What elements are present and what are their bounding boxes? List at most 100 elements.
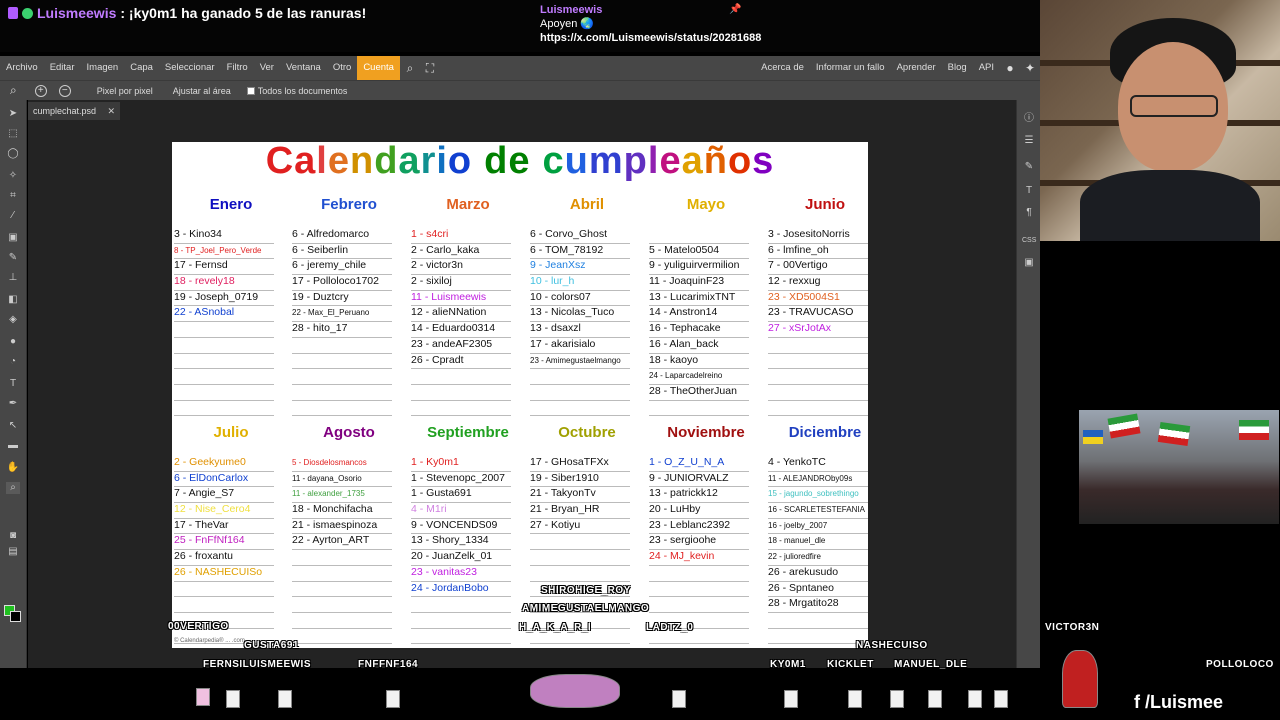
- ruled-line: [174, 354, 274, 370]
- ruled-line: [768, 629, 868, 645]
- dodge-tool-icon[interactable]: ◔: [6, 356, 20, 368]
- reddit-icon[interactable]: ●: [1000, 61, 1020, 75]
- path-select-icon[interactable]: ↖: [6, 420, 20, 432]
- ruled-line: [649, 401, 749, 417]
- title-letter: e: [659, 142, 682, 182]
- birthday-entry: 13 - Shory_1334: [411, 534, 489, 547]
- month-name: Febrero: [321, 196, 377, 213]
- subscriber-badge-icon: [8, 7, 18, 19]
- birthday-entry: 26 - arekusudo: [768, 565, 839, 578]
- background-color-swatch[interactable]: [10, 611, 21, 622]
- menu-acerca[interactable]: Acerca de: [755, 56, 810, 80]
- brush-panel-icon[interactable]: ✎: [1022, 160, 1036, 174]
- pen-tool-icon[interactable]: ✒: [6, 398, 20, 410]
- all-docs-checkbox[interactable]: Todos los documentos: [241, 86, 354, 96]
- menu-informar[interactable]: Informar un fallo: [810, 56, 891, 80]
- birthday-entry: 23 - vanitas23: [411, 565, 477, 578]
- webcam-feed: [1040, 0, 1280, 241]
- overlay-name-fnffnf: FNFFNF164: [358, 659, 419, 670]
- magic-wand-icon[interactable]: ✧: [6, 170, 20, 182]
- fill-tool-icon[interactable]: ◈: [6, 314, 20, 326]
- ruled-line: [292, 385, 392, 401]
- stream-screen: Luismeewis : ¡ky0m1 ha ganado 5 de las r…: [0, 0, 1280, 720]
- pinned-link[interactable]: https://x.com/Luismeewis/status/20281688: [540, 31, 761, 45]
- birthday-entry: 2 - Carlo_kaka: [411, 243, 480, 256]
- ruled-line: [174, 582, 274, 598]
- move-tool-icon[interactable]: ➤: [6, 108, 20, 120]
- birthday-entry: 2 - sixiloj: [411, 275, 452, 288]
- title-letter: C: [265, 142, 295, 182]
- stamp-tool-icon[interactable]: ⊥: [6, 272, 20, 284]
- css-icon[interactable]: CSS: [1022, 234, 1036, 248]
- month-name: Septiembre: [427, 424, 509, 441]
- zoom-tool-icon-left[interactable]: ⌕: [6, 482, 20, 494]
- screen-mode-icon[interactable]: ▤: [6, 546, 20, 558]
- zoom-in-icon[interactable]: +: [29, 84, 53, 97]
- zoom-out-icon[interactable]: −: [53, 84, 91, 97]
- hand-tool-icon[interactable]: ✋: [6, 462, 20, 474]
- birthday-entry: 17 - akarisialo: [530, 337, 596, 350]
- lasso-tool-icon[interactable]: ◯: [6, 148, 20, 160]
- toolbox: ➤ ⬚ ◯ ✧ ⌗ ⁄ ▣ ✎ ⊥ ◧ ◈ ● ◔ T ✒ ↖ ▬ ✋ ⌕ ◙ …: [0, 100, 27, 668]
- blur-tool-icon[interactable]: ●: [6, 336, 20, 348]
- birthday-entry: 23 - XD5004S1: [768, 290, 840, 303]
- month-name: Octubre: [558, 424, 616, 441]
- menu-blog[interactable]: Blog: [942, 56, 973, 80]
- menu-imagen[interactable]: Imagen: [81, 56, 125, 80]
- birthday-entry: 1 - Gusta691: [411, 487, 472, 500]
- ruled-line: [530, 550, 630, 566]
- birthday-entry: 2 - victor3n: [411, 259, 463, 272]
- menu-ventana[interactable]: Ventana: [280, 56, 327, 80]
- birthday-entry: 2 - Geekyume0: [174, 456, 246, 468]
- text-tool-icon[interactable]: T: [6, 378, 20, 390]
- eraser-tool-icon[interactable]: ◧: [6, 294, 20, 306]
- streamer-glasses: [1130, 95, 1218, 117]
- fit-button[interactable]: Ajustar al área: [167, 86, 241, 96]
- menu-otro[interactable]: Otro: [327, 56, 357, 80]
- pixel-button[interactable]: Pixel por pixel: [91, 86, 167, 96]
- properties-icon[interactable]: ☰: [1022, 134, 1036, 148]
- menu-filtro[interactable]: Filtro: [221, 56, 254, 80]
- document-tab[interactable]: cumplechat.psd ✕: [28, 102, 120, 120]
- overlay-name-amimegusta: AMIMEGUSTAELMANGO: [522, 603, 650, 614]
- fullscreen-icon[interactable]: ⛶: [420, 61, 440, 76]
- marquee-tool-icon[interactable]: ⬚: [6, 128, 20, 140]
- birthday-entry: 17 - Polloloco1702: [292, 275, 379, 288]
- heal-tool-icon[interactable]: ▣: [6, 232, 20, 244]
- overlay-name-shirohige: SHIROHIGE_ROY: [541, 585, 631, 596]
- shape-tool-icon[interactable]: ▬: [6, 440, 20, 452]
- twitter-icon[interactable]: ✦: [1020, 61, 1040, 75]
- menu-api[interactable]: API: [973, 56, 1000, 80]
- close-tab-icon[interactable]: ✕: [107, 102, 115, 120]
- birthday-entry: 23 - sergioohe: [649, 534, 717, 547]
- menu-cuenta[interactable]: Cuenta: [357, 56, 400, 80]
- birthday-entry: 8 - TP_Joel_Pero_Verde: [174, 245, 262, 255]
- brush-tool-icon[interactable]: ✎: [6, 252, 20, 264]
- menu-editar[interactable]: Editar: [44, 56, 81, 80]
- character-icon[interactable]: T: [1022, 184, 1036, 198]
- calendar-title: Calendario de cumpleaños: [172, 142, 868, 180]
- paragraph-icon[interactable]: ¶: [1022, 206, 1036, 220]
- ruled-line: [649, 597, 749, 613]
- search-icon[interactable]: ⌕: [400, 61, 420, 76]
- quick-mask-icon[interactable]: ◙: [6, 530, 20, 542]
- image-panel-icon[interactable]: ▣: [1022, 256, 1036, 270]
- menu-ver[interactable]: Ver: [254, 56, 280, 80]
- ruled-line: [649, 566, 749, 582]
- crop-tool-icon[interactable]: ⌗: [6, 190, 20, 202]
- title-letter: d: [484, 142, 509, 182]
- menu-capa[interactable]: Capa: [124, 56, 159, 80]
- overlay-name-nashecuiso: NASHECUISO: [856, 640, 928, 651]
- birthday-entry: 11 - Luismeewis: [411, 290, 487, 303]
- menu-seleccionar[interactable]: Seleccionar: [159, 56, 221, 80]
- document-canvas[interactable]: Calendario de cumpleaños Enero 3 - Kino34…: [172, 142, 868, 648]
- ruled-line: [174, 401, 274, 417]
- birthday-entry: 12 - alieNNation: [411, 306, 487, 319]
- ruled-line: [174, 338, 274, 354]
- info-icon[interactable]: ⓘ: [1022, 112, 1036, 126]
- avatar-sprite: [386, 690, 400, 708]
- birthday-entry: 13 - LucarimixTNT: [649, 290, 736, 303]
- menu-archivo[interactable]: Archivo: [0, 56, 44, 80]
- menu-aprender[interactable]: Aprender: [891, 56, 942, 80]
- eyedropper-icon[interactable]: ⁄: [6, 210, 20, 222]
